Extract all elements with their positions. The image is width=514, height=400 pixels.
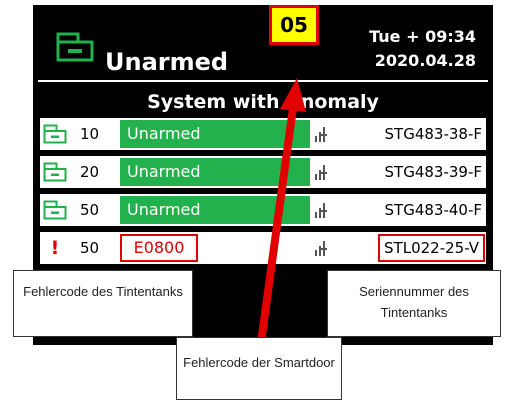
storage-box-icon xyxy=(43,200,67,220)
tank-row[interactable]: 10 Unarmed STG483-38-F xyxy=(40,118,486,150)
tank-level: 50 xyxy=(80,239,100,257)
tank-row[interactable]: 50 Unarmed STG483-40-F xyxy=(40,194,486,226)
callout-ink-error-code-text: Fehlercode des Tintentanks xyxy=(23,284,183,299)
signal-bars-icon xyxy=(315,165,327,180)
smartdoor-error-code: 05 xyxy=(269,5,319,45)
clock: Tue + 09:34 2020.04.28 xyxy=(336,25,476,73)
tank-row[interactable]: 20 Unarmed STG483-39-F xyxy=(40,156,486,188)
storage-box-icon xyxy=(43,162,67,182)
callout-ink-serial-text: Seriennummer des Tintentanks xyxy=(359,284,469,320)
header-divider xyxy=(38,80,488,82)
signal-bars-icon xyxy=(315,203,327,218)
date: 2020.04.28 xyxy=(374,51,476,70)
day-time: Tue + 09:34 xyxy=(369,27,476,46)
tank-row-error[interactable]: ! 50 E0800 STL022-25-V xyxy=(40,232,486,264)
signal-bars-icon xyxy=(315,241,327,256)
storage-box-icon xyxy=(43,124,67,144)
tank-serial-highlighted: STL022-25-V xyxy=(378,234,485,262)
tank-state: Unarmed xyxy=(120,158,310,186)
arm-status-title: Unarmed xyxy=(105,48,229,76)
tank-state: Unarmed xyxy=(120,196,310,224)
exclamation-icon: ! xyxy=(50,237,60,259)
tank-level: 50 xyxy=(80,201,100,219)
callout-smartdoor-error: Fehlercode der Smartdoor xyxy=(176,337,342,400)
signal-bars-icon xyxy=(315,127,327,142)
system-anomaly-banner: System with Anomaly xyxy=(147,91,379,113)
tank-level: 10 xyxy=(80,125,100,143)
tank-state: Unarmed xyxy=(120,120,310,148)
tank-level: 20 xyxy=(80,163,100,181)
callout-ink-error-code: Fehlercode des Tintentanks xyxy=(13,270,193,337)
callout-ink-serial: Seriennummer des Tintentanks xyxy=(327,270,501,337)
tank-serial: STG483-38-F xyxy=(384,125,482,143)
storage-box-icon xyxy=(56,32,94,62)
callout-smartdoor-error-text: Fehlercode der Smartdoor xyxy=(183,355,335,370)
tank-serial: STG483-39-F xyxy=(384,163,482,181)
tank-serial: STG483-40-F xyxy=(384,201,482,219)
tank-error-code: E0800 xyxy=(120,234,198,262)
